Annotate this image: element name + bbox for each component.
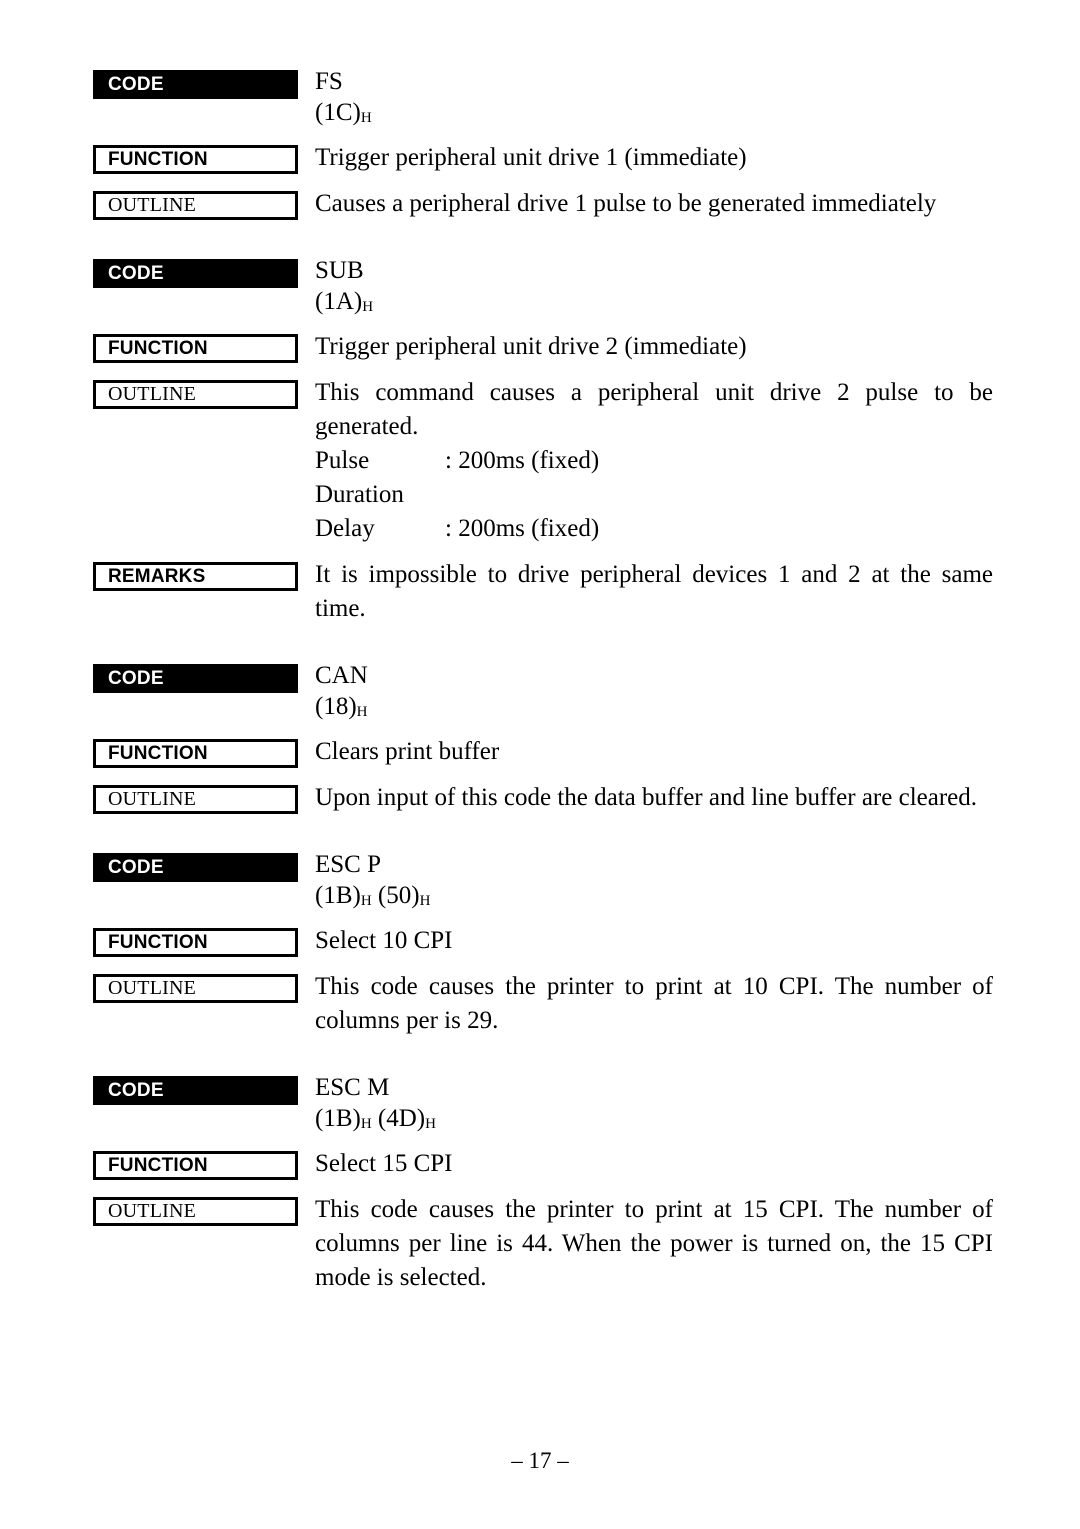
function-text: Clears print buffer — [315, 738, 500, 765]
function-label: FUNCTION — [93, 1151, 298, 1180]
remarks-row: REMARKS It is impossible to drive periph… — [93, 558, 993, 626]
function-label: FUNCTION — [93, 145, 298, 174]
code-label: CODE — [93, 70, 298, 99]
hex-subscript: H — [360, 1116, 372, 1132]
code-value: FS (1C)H — [298, 66, 993, 129]
function-text: Trigger peripheral unit drive 2 (immedia… — [315, 333, 747, 360]
outline-label: OUTLINE — [93, 785, 298, 814]
code-hex: (1B)H (50)H — [315, 882, 431, 909]
command-block-esc-p: CODE ESC P (1B)H (50)H FUNCTION Select 1… — [93, 849, 993, 1038]
command-block-esc-m: CODE ESC M (1B)H (4D)H FUNCTION Select 1… — [93, 1072, 993, 1295]
code-row: CODE ESC P (1B)H (50)H — [93, 849, 993, 912]
outline-row: OUTLINE This code causes the printer to … — [93, 1193, 993, 1295]
code-mnemonic: ESC P — [315, 851, 382, 878]
document-page: CODE FS (1C)H FUNCTION Trigger periphera… — [0, 0, 1080, 1529]
remarks-label: REMARKS — [93, 562, 298, 591]
outline-text: Upon input of this code the data buffer … — [315, 784, 978, 811]
outline-pair-value: : 200ms (fixed) — [445, 447, 600, 474]
outline-label: OUTLINE — [93, 380, 298, 409]
outline-label: OUTLINE — [93, 1197, 298, 1226]
page-number: – 17 – — [511, 1448, 569, 1473]
outline-text: This command causes a peripheral unit dr… — [315, 379, 993, 440]
code-label: CODE — [93, 853, 298, 882]
outline-label: OUTLINE — [93, 974, 298, 1003]
outline-text-group: This command causes a peripheral unit dr… — [298, 376, 993, 546]
function-text: Trigger peripheral unit drive 1 (immedia… — [315, 144, 747, 171]
function-row: FUNCTION Trigger peripheral unit drive 2… — [93, 330, 993, 364]
outline-text: Causes a peripheral drive 1 pulse to be … — [315, 190, 937, 217]
code-label: CODE — [93, 259, 298, 288]
command-list: CODE FS (1C)H FUNCTION Trigger periphera… — [93, 66, 993, 1295]
code-hex: (18)H — [315, 693, 368, 720]
hex-subscript: H — [360, 110, 372, 126]
function-row: FUNCTION Clears print buffer — [93, 735, 993, 769]
code-value: ESC M (1B)H (4D)H — [298, 1072, 993, 1135]
function-row: FUNCTION Trigger peripheral unit drive 1… — [93, 141, 993, 175]
function-text: Select 15 CPI — [315, 1150, 453, 1177]
hex-subscript: H — [356, 704, 368, 720]
code-mnemonic: SUB — [315, 257, 364, 284]
outline-text: This code causes the printer to print at… — [315, 1196, 993, 1291]
code-row: CODE ESC M (1B)H (4D)H — [93, 1072, 993, 1135]
code-mnemonic: FS — [315, 68, 343, 95]
command-block-sub: CODE SUB (1A)H FUNCTION Trigger peripher… — [93, 255, 993, 626]
code-hex: (1C)H — [315, 99, 372, 126]
code-row: CODE FS (1C)H — [93, 66, 993, 129]
code-hex: (1B)H (4D)H — [315, 1105, 436, 1132]
outline-pair-key: Pulse Duration — [315, 447, 404, 508]
code-hex: (1A)H — [315, 288, 374, 315]
code-mnemonic: ESC M — [315, 1074, 390, 1101]
function-label: FUNCTION — [93, 739, 298, 768]
outline-row: OUTLINE Causes a peripheral drive 1 puls… — [93, 187, 993, 221]
function-row: FUNCTION Select 10 CPI — [93, 924, 993, 958]
outline-pair-key: Delay — [315, 515, 375, 542]
function-label: FUNCTION — [93, 928, 298, 957]
code-value: ESC P (1B)H (50)H — [298, 849, 993, 912]
outline-text: This code causes the printer to print at… — [315, 973, 993, 1034]
hex-subscript-2: H — [425, 1116, 436, 1132]
hex-subscript: H — [362, 299, 374, 315]
hex-subscript: H — [360, 893, 372, 909]
outline-label: OUTLINE — [93, 191, 298, 220]
code-value: SUB (1A)H — [298, 255, 993, 318]
hex-subscript-2: H — [419, 893, 431, 909]
code-row: CODE CAN (18)H — [93, 660, 993, 723]
code-label: CODE — [93, 1076, 298, 1105]
code-row: CODE SUB (1A)H — [93, 255, 993, 318]
code-label: CODE — [93, 664, 298, 693]
command-block-fs: CODE FS (1C)H FUNCTION Trigger periphera… — [93, 66, 993, 221]
outline-pair-value: : 200ms (fixed) — [445, 515, 600, 542]
command-block-can: CODE CAN (18)H FUNCTION Clears print buf… — [93, 660, 993, 815]
outline-pair: Pulse Duration : 200ms (fixed) — [315, 444, 993, 512]
function-label: FUNCTION — [93, 334, 298, 363]
code-mnemonic: CAN — [315, 662, 368, 689]
outline-row: OUTLINE This command causes a peripheral… — [93, 376, 993, 546]
function-row: FUNCTION Select 15 CPI — [93, 1147, 993, 1181]
remarks-text: It is impossible to drive peripheral dev… — [315, 561, 993, 622]
outline-pair: Delay : 200ms (fixed) — [315, 512, 993, 546]
outline-row: OUTLINE This code causes the printer to … — [93, 970, 993, 1038]
code-value: CAN (18)H — [298, 660, 993, 723]
outline-row: OUTLINE Upon input of this code the data… — [93, 781, 993, 815]
function-text: Select 10 CPI — [315, 927, 453, 954]
